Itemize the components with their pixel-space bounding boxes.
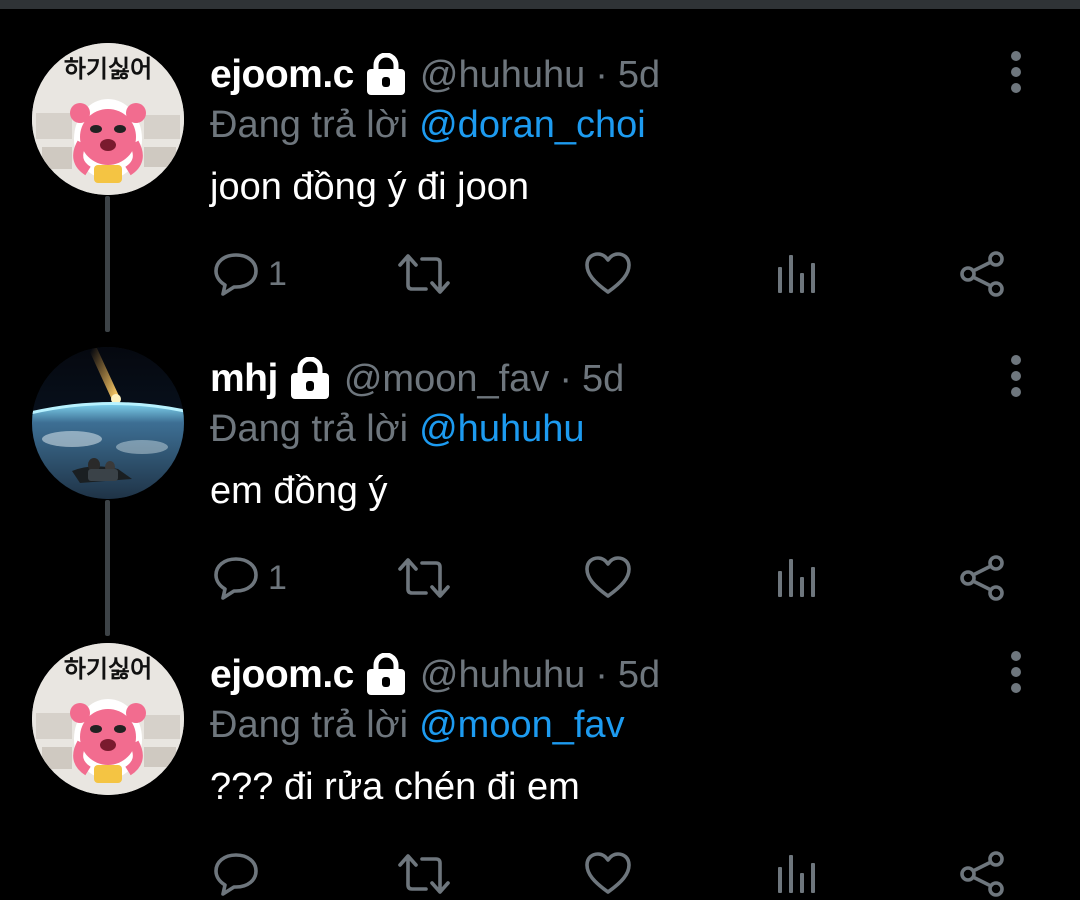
display-name[interactable]: ejoom.c: [210, 53, 354, 97]
like-button[interactable]: [584, 249, 632, 299]
avatar-image: 하기싫어: [32, 43, 184, 195]
like-button[interactable]: [584, 553, 632, 603]
timestamp[interactable]: 5d: [618, 654, 660, 697]
retweet-icon: [398, 254, 450, 294]
share-button[interactable]: [958, 849, 1008, 899]
tweet-header: ejoom.c @huhuhu · 5d: [210, 649, 660, 701]
display-name[interactable]: mhj: [210, 357, 278, 401]
share-icon: [960, 851, 1004, 897]
tweet-text: joon đồng ý đi joon: [210, 166, 530, 208]
avatar[interactable]: 하기싫어: [32, 43, 184, 195]
avatar-image: 하기싫어: [32, 643, 184, 795]
user-handle[interactable]: @moon_fav: [344, 358, 549, 401]
replying-to: Đang trả lời @huhuhu: [210, 403, 585, 455]
reply-count: 1: [268, 558, 287, 597]
stats-button[interactable]: [774, 249, 818, 299]
tweet-text: ??? đi rửa chén đi em: [210, 766, 580, 808]
more-vertical-icon[interactable]: [1000, 353, 1032, 399]
timestamp[interactable]: 5d: [618, 54, 660, 97]
reply-button[interactable]: 1: [212, 553, 287, 603]
timestamp[interactable]: 5d: [582, 358, 624, 401]
tweet-text: em đồng ý: [210, 470, 388, 512]
separator-dot: ·: [559, 357, 572, 400]
heart-icon: [585, 252, 631, 294]
tweet[interactable]: mhj @moon_fav · 5d Đang trả lời @huhuhu …: [0, 313, 1080, 613]
avatar-image: [32, 347, 184, 499]
avatar[interactable]: [32, 347, 184, 499]
replying-to-handle-link[interactable]: @huhuhu: [419, 408, 584, 451]
lock-icon: [366, 53, 405, 95]
stats-button[interactable]: [774, 849, 818, 899]
retweet-icon: [398, 854, 450, 894]
more-vertical-icon[interactable]: [1000, 649, 1032, 695]
heart-icon: [585, 556, 631, 598]
separator-dot: ·: [595, 653, 608, 696]
retweet-button[interactable]: [396, 249, 452, 299]
share-button[interactable]: [958, 249, 1008, 299]
like-button[interactable]: [584, 849, 632, 899]
reply-icon: [214, 557, 258, 600]
separator-dot: ·: [595, 53, 608, 96]
user-handle[interactable]: @huhuhu: [420, 54, 585, 97]
tweet-header: ejoom.c @huhuhu · 5d: [210, 49, 660, 101]
replying-to: Đang trả lời @doran_choi: [210, 99, 646, 151]
reply-count: 1: [268, 254, 287, 293]
reply-icon: [214, 853, 258, 896]
tweet-header: mhj @moon_fav · 5d: [210, 353, 624, 405]
stats-icon: [778, 855, 815, 893]
tweet[interactable]: 하기싫어 ejoom.c @huhuhu · 5d Đang trả lời @…: [0, 9, 1080, 309]
share-button[interactable]: [958, 553, 1008, 603]
replying-to-label: Đang trả lời: [210, 103, 409, 146]
reply-icon: [214, 253, 258, 296]
user-handle[interactable]: @huhuhu: [420, 654, 585, 697]
retweet-icon: [398, 558, 450, 598]
thread-screen: 하기싫어 ejoom.c @huhuhu · 5d Đang trả lời @…: [0, 0, 1080, 900]
replying-to: Đang trả lời @moon_fav: [210, 699, 625, 751]
top-divider: [0, 0, 1080, 9]
avatar[interactable]: 하기싫어: [32, 643, 184, 795]
display-name[interactable]: ejoom.c: [210, 653, 354, 697]
reply-button[interactable]: 1: [212, 249, 287, 299]
stats-button[interactable]: [774, 553, 818, 603]
avatar-korean-text: 하기싫어: [64, 655, 152, 683]
replying-to-handle-link[interactable]: @moon_fav: [419, 704, 624, 747]
reply-button[interactable]: [212, 849, 268, 899]
retweet-button[interactable]: [396, 849, 452, 899]
tweet[interactable]: 하기싫어 ejoom.c @huhuhu · 5d Đang trả lời @…: [0, 609, 1080, 900]
share-icon: [960, 555, 1004, 601]
lock-icon: [290, 357, 329, 399]
retweet-button[interactable]: [396, 553, 452, 603]
avatar-korean-text: 하기싫어: [64, 55, 152, 83]
stats-icon: [778, 255, 815, 293]
heart-icon: [585, 852, 631, 894]
replying-to-label: Đang trả lời: [210, 703, 409, 746]
replying-to-handle-link[interactable]: @doran_choi: [419, 104, 646, 147]
lock-icon: [366, 653, 405, 695]
stats-icon: [778, 559, 815, 597]
replying-to-label: Đang trả lời: [210, 407, 409, 450]
more-vertical-icon[interactable]: [1000, 49, 1032, 95]
share-icon: [960, 251, 1004, 297]
